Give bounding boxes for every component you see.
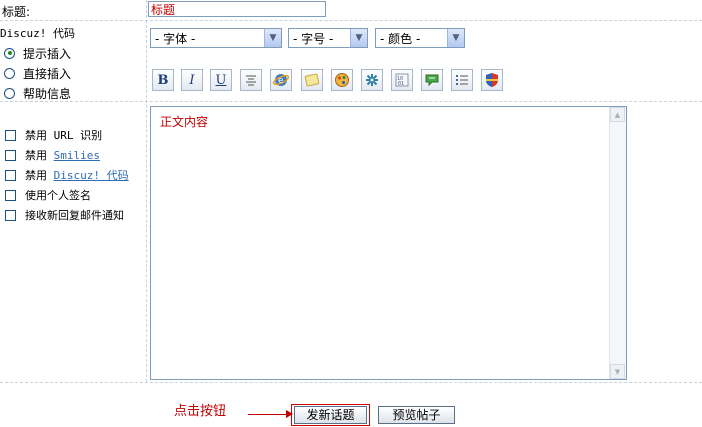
title-input[interactable]: 标题 [148, 1, 326, 17]
title-label: 标题: [2, 5, 31, 19]
option-disable-discuz-code[interactable]: 禁用 Discuz! 代码 [5, 167, 129, 183]
chevron-down-icon[interactable]: ▼ [264, 29, 281, 47]
option-prefix: 禁用 [25, 149, 54, 162]
checkbox[interactable] [5, 209, 16, 221]
radio-button-checked[interactable] [4, 47, 15, 59]
svg-text:01: 01 [398, 81, 404, 87]
align-center-icon [246, 75, 256, 86]
radio-label: 帮助信息 [23, 86, 72, 101]
image-icon [335, 73, 349, 87]
checkbox[interactable] [5, 169, 16, 181]
bold-button[interactable]: B [152, 69, 174, 91]
chevron-down-icon[interactable]: ▼ [447, 29, 464, 47]
radio-button[interactable] [4, 67, 15, 79]
annotation-arrow [248, 414, 290, 415]
chevron-down-icon[interactable]: ▼ [350, 29, 367, 47]
underline-button[interactable]: U [210, 69, 232, 91]
quote-button[interactable] [421, 69, 443, 91]
option-label: 使用个人签名 [25, 189, 91, 202]
option-prefix: 禁用 [25, 169, 54, 182]
option-use-signature[interactable]: 使用个人签名 [5, 187, 91, 203]
option-disable-url[interactable]: 禁用 URL 识别 [5, 127, 102, 143]
option-disable-smilies[interactable]: 禁用 Smilies [5, 147, 100, 163]
email-icon [304, 73, 320, 87]
color-select[interactable]: - 颜色 - ▼ [375, 28, 465, 48]
row-divider [0, 382, 702, 383]
italic-button[interactable]: I [181, 69, 203, 91]
option-prefix: 禁用 [25, 129, 54, 142]
vertical-scrollbar[interactable]: ▲ ▼ [609, 107, 626, 379]
svg-text:e: e [278, 76, 284, 86]
security-icon [486, 73, 498, 87]
option-label: 接收新回复邮件通知 [25, 209, 124, 222]
radio-help-info[interactable]: 帮助信息 [4, 85, 71, 101]
flash-button[interactable] [361, 69, 383, 91]
checkbox[interactable] [5, 149, 16, 161]
scroll-down-icon[interactable]: ▼ [610, 364, 625, 379]
link-button[interactable]: e [270, 69, 292, 91]
email-button[interactable] [301, 69, 323, 91]
option-email-notify[interactable]: 接收新回复邮件通知 [5, 207, 124, 223]
option-label: URL 识别 [53, 129, 103, 142]
radio-button[interactable] [4, 87, 15, 99]
flash-icon [366, 74, 378, 86]
link-icon: e [273, 74, 289, 86]
color-select-value: - 颜色 - [380, 31, 421, 46]
radio-label: 直接插入 [23, 66, 72, 81]
message-textarea[interactable]: 正文内容 ▲ ▼ [150, 106, 627, 380]
checkbox[interactable] [5, 129, 16, 141]
discuz-code-label: Discuz! 代码 [0, 27, 75, 40]
checkbox[interactable] [5, 189, 16, 201]
annotation-text: 点击按钮 [174, 404, 227, 419]
smilies-link[interactable]: Smilies [54, 149, 100, 162]
list-icon [456, 75, 468, 85]
quote-icon [425, 74, 439, 87]
row-divider [0, 101, 702, 102]
font-select-value: - 字体 - [155, 31, 196, 46]
radio-prompt-insert[interactable]: 提示插入 [4, 45, 71, 61]
bold-icon: B [157, 72, 169, 88]
radio-direct-insert[interactable]: 直接插入 [4, 65, 71, 81]
italic-icon: I [189, 72, 195, 88]
message-content: 正文内容 [160, 115, 209, 129]
align-center-button[interactable] [240, 69, 262, 91]
font-select[interactable]: - 字体 - ▼ [150, 28, 282, 48]
underline-icon: U [215, 72, 227, 88]
list-button[interactable] [451, 69, 473, 91]
column-divider [146, 0, 147, 382]
size-select[interactable]: - 字号 - ▼ [288, 28, 368, 48]
security-button[interactable] [481, 69, 503, 91]
preview-button[interactable]: 预览帖子 [378, 406, 455, 424]
row-divider [0, 20, 702, 21]
size-select-value: - 字号 - [293, 31, 334, 46]
radio-label: 提示插入 [23, 46, 72, 61]
code-button[interactable]: 10 01 [391, 69, 413, 91]
discuz-code-link[interactable]: Discuz! 代码 [54, 167, 129, 183]
image-button[interactable] [331, 69, 353, 91]
submit-button[interactable]: 发新话题 [294, 406, 367, 424]
scroll-up-icon[interactable]: ▲ [610, 107, 625, 122]
code-icon: 1001 [395, 73, 409, 87]
